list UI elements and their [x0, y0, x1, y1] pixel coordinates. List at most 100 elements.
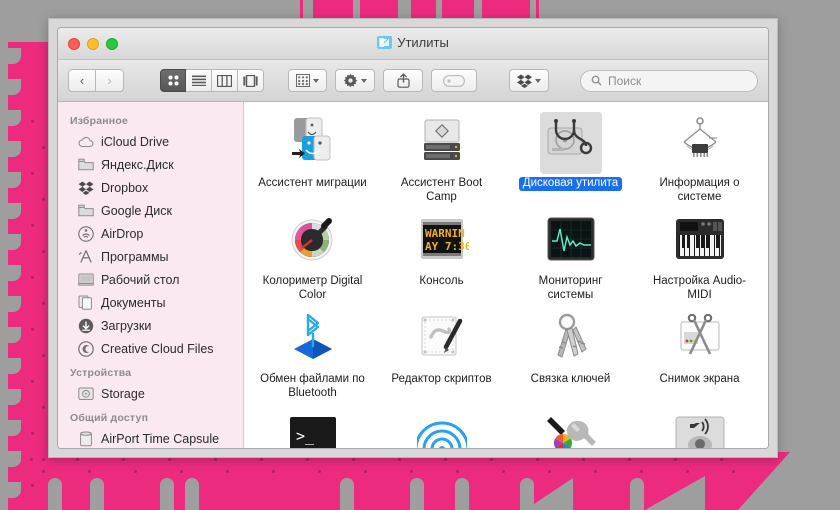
file-label: Связка ключей — [531, 373, 611, 387]
screenshot-icon — [674, 314, 726, 365]
terminal-icon: >_ — [288, 415, 338, 449]
file-label: Редактор скриптов — [391, 373, 491, 387]
decorative-dot — [76, 458, 79, 461]
file-icon — [540, 308, 602, 370]
file-grid-area[interactable]: Ассистент миграции Ассистент Boot Camp Дис… — [244, 102, 768, 448]
action-button[interactable] — [335, 69, 375, 92]
file-item[interactable]: Снимок экрана — [635, 308, 764, 400]
column-view-button[interactable] — [212, 69, 238, 92]
file-label: Ассистент миграции — [258, 177, 366, 191]
sidebar-item-airdrop[interactable]: AirDrop — [58, 222, 243, 245]
sidebar-item-яндекс-диск[interactable]: Яндекс.Диск — [58, 153, 243, 176]
sidebar-item-airport-time-capsule[interactable]: AirPort Time Capsule — [58, 427, 243, 448]
sidebar-item-label: Creative Cloud Files — [101, 342, 214, 356]
dropbox-menu-button[interactable] — [509, 69, 549, 92]
file-icon — [540, 210, 602, 272]
activity-monitor-icon — [546, 216, 596, 267]
sidebar-item-storage[interactable]: Storage — [58, 382, 243, 405]
file-item[interactable]: Информация о системе — [635, 112, 764, 204]
file-item[interactable] — [377, 406, 506, 448]
decorative-dot — [490, 458, 493, 461]
decorative-dot — [42, 470, 45, 473]
arrange-button[interactable] — [288, 69, 327, 92]
file-label: Обмен файлами по Bluetooth — [258, 373, 368, 400]
view-mode-group — [160, 69, 264, 92]
dropbox-icon — [517, 74, 532, 88]
list-view-button[interactable] — [186, 69, 212, 92]
sidebar-item-рабочий-стол[interactable]: Рабочий стол — [58, 268, 243, 291]
sidebar-item-программы[interactable]: Программы — [58, 245, 243, 268]
coverflow-view-button[interactable] — [238, 69, 264, 92]
decorative-dot — [628, 458, 631, 461]
file-label: Дисковая утилита — [519, 177, 622, 191]
file-item[interactable]: Ассистент миграции — [248, 112, 377, 204]
console-icon: WARNINAY 7:36 — [415, 216, 469, 267]
file-item[interactable]: Обмен файлами по Bluetooth — [248, 308, 377, 400]
svg-text:>_: >_ — [296, 427, 315, 445]
sidebar-item-label: Программы — [101, 250, 169, 264]
tag-button[interactable] — [431, 69, 477, 92]
window-titlebar[interactable]: Утилиты — [58, 28, 768, 60]
sidebar-item-icloud-drive[interactable]: iCloud Drive — [58, 130, 243, 153]
vertical-scrollbar[interactable] — [762, 104, 767, 446]
decorative-dot — [42, 354, 45, 357]
share-button[interactable] — [383, 69, 423, 92]
decorative-dot — [42, 198, 45, 201]
decorative-dot — [272, 470, 275, 473]
sidebar-item-label: Загрузки — [101, 319, 151, 333]
sidebar-item-label: Рабочий стол — [101, 273, 179, 287]
window-title: Утилиты — [58, 35, 768, 50]
file-icon: >_ — [282, 406, 344, 448]
back-button[interactable]: ‹ — [68, 69, 96, 92]
file-item[interactable]: WARNINAY 7:36Консоль — [377, 210, 506, 302]
search-icon — [591, 75, 602, 86]
decorative-dot — [352, 458, 355, 461]
applications-icon — [78, 249, 94, 264]
finder-window: Утилиты ‹ › — [48, 18, 778, 458]
svg-text:AY 7:36: AY 7:36 — [425, 240, 469, 253]
file-icon — [540, 406, 602, 448]
file-item[interactable]: Колориметр Digital Color — [248, 210, 377, 302]
decorative-dot — [594, 470, 597, 473]
list-view-icon — [192, 75, 206, 86]
file-item[interactable]: >_ — [248, 406, 377, 448]
bottom-notch — [410, 478, 424, 510]
chevron-right-icon: › — [107, 73, 111, 88]
decorative-dot — [88, 470, 91, 473]
file-item[interactable]: Настройка Audio-MIDI — [635, 210, 764, 302]
arrange-icon — [296, 74, 310, 87]
decorative-dot — [31, 120, 34, 123]
decorative-dot — [456, 470, 459, 473]
file-item[interactable]: Редактор скриптов — [377, 308, 506, 400]
documents-icon — [78, 295, 94, 310]
sidebar-item-google-диск[interactable]: Google Диск — [58, 199, 243, 222]
file-item[interactable]: Дисковая утилита — [506, 112, 635, 204]
decorative-dot — [398, 458, 401, 461]
bottom-notch — [185, 478, 199, 510]
forward-button[interactable]: › — [96, 69, 124, 92]
svg-text:WARNIN: WARNIN — [425, 227, 465, 240]
file-item[interactable] — [635, 406, 764, 448]
sidebar-item-dropbox[interactable]: Dropbox — [58, 176, 243, 199]
search-field[interactable]: Поиск — [580, 70, 758, 92]
file-item[interactable]: Ассистент Boot Camp — [377, 112, 506, 204]
decorative-dot — [42, 458, 45, 461]
icon-view-button[interactable] — [160, 69, 186, 92]
sidebar-item-creative-cloud-files[interactable]: Creative Cloud Files — [58, 337, 243, 360]
decorative-dot — [168, 458, 171, 461]
system-information-icon — [673, 116, 727, 171]
file-icon: WARNINAY 7:36 — [411, 210, 473, 272]
file-item[interactable]: Мониторинг системы — [506, 210, 635, 302]
file-icon — [540, 112, 602, 174]
file-label: Ассистент Boot Camp — [387, 177, 497, 204]
sidebar-section-header: Устройства — [58, 360, 243, 382]
script-editor-icon — [416, 313, 468, 366]
decorative-dot — [686, 470, 689, 473]
file-icon — [669, 112, 731, 174]
sidebar-item-документы[interactable]: Документы — [58, 291, 243, 314]
file-icon — [411, 406, 473, 448]
file-item[interactable]: Связка ключей — [506, 308, 635, 400]
file-item[interactable] — [506, 406, 635, 448]
sidebar-item-загрузки[interactable]: Загрузки — [58, 314, 243, 337]
decorative-dot — [31, 276, 34, 279]
